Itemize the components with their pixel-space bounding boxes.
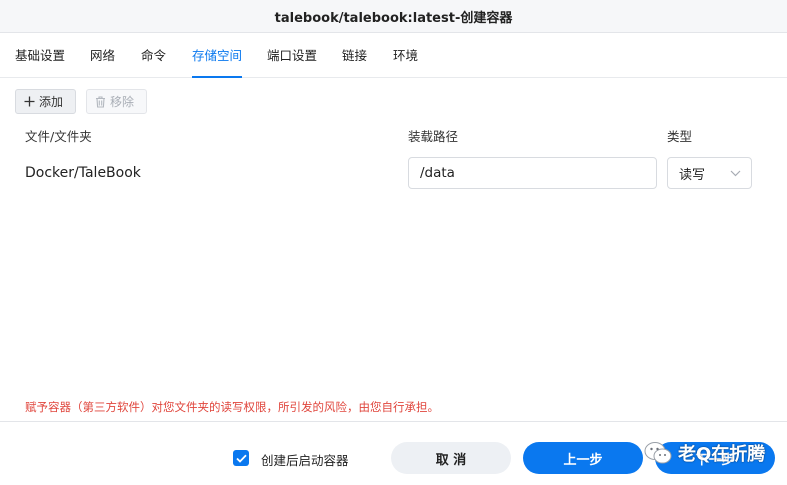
tab-network[interactable]: 网络 [90, 33, 115, 78]
next-step-button[interactable]: 下一步 [655, 442, 775, 474]
remove-button-label: 移除 [110, 95, 135, 109]
column-header-folder: 文件/文件夹 [25, 129, 92, 144]
tab-basic-settings[interactable]: 基础设置 [15, 33, 65, 78]
mount-path-input[interactable] [408, 157, 657, 189]
previous-step-button[interactable]: 上一步 [523, 442, 643, 474]
tab-environment[interactable]: 环境 [393, 33, 418, 78]
column-header-mount-path: 装载路径 [408, 129, 459, 144]
column-header-type: 类型 [667, 129, 693, 144]
chevron-down-icon [730, 166, 741, 181]
window-titlebar: talebook/talebook:latest-创建容器 [0, 0, 787, 33]
add-button[interactable]: 添加 [15, 89, 76, 114]
tab-command[interactable]: 命令 [141, 33, 166, 78]
trash-icon [95, 95, 106, 108]
cancel-button[interactable]: 取 消 [391, 442, 511, 474]
add-button-label: 添加 [39, 95, 64, 109]
tab-storage[interactable]: 存储空间 [192, 33, 243, 78]
start-after-create-label: 创建后启动容器 [261, 453, 349, 468]
remove-button[interactable]: 移除 [86, 89, 147, 114]
tab-port-settings[interactable]: 端口设置 [267, 33, 317, 78]
window-title: talebook/talebook:latest-创建容器 [274, 10, 513, 26]
plus-icon [24, 96, 35, 107]
folder-path-text: Docker/TaleBook [25, 165, 141, 181]
type-select[interactable]: 读写 [667, 157, 752, 189]
type-select-value: 读写 [679, 167, 706, 183]
check-icon [235, 454, 247, 463]
tab-bar: 基础设置 网络 命令 存储空间 端口设置 链接 环境 [0, 33, 787, 78]
risk-warning: 赋予容器（第三方软件）对您文件夹的读写权限，所引发的风险，由您自行承担。 [25, 400, 439, 414]
tab-links[interactable]: 链接 [342, 33, 367, 78]
start-after-create-checkbox[interactable] [233, 450, 249, 466]
